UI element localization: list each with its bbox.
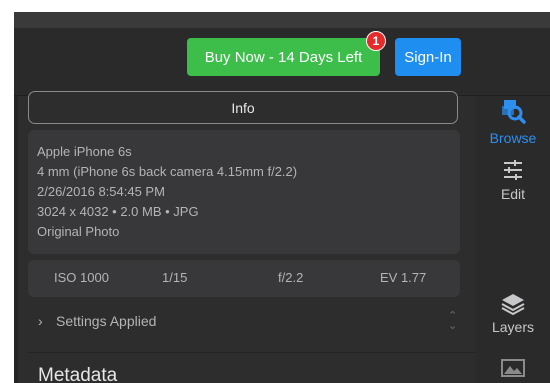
photo-type: Original Photo xyxy=(37,224,120,239)
sliders-icon xyxy=(504,160,522,180)
sidebar-item-layers-label: Layers xyxy=(491,319,535,335)
app-window: Buy Now - 14 Days Left 1 Sign-In Info Ap… xyxy=(14,12,550,383)
window-top-strip xyxy=(14,12,550,28)
device-name: Apple iPhone 6s xyxy=(37,144,132,159)
browse-icon xyxy=(502,100,526,124)
iso-value: ISO 1000 xyxy=(54,270,109,285)
panel-left-edge xyxy=(14,96,18,383)
notification-count: 1 xyxy=(372,34,380,48)
capture-datetime: 2/26/2016 8:54:45 PM xyxy=(37,184,165,199)
file-details: 3024 x 4032 • 2.0 MB • JPG xyxy=(37,204,199,219)
layers-icon xyxy=(501,294,525,315)
chevron-right-icon: › xyxy=(38,313,43,329)
sort-updown-icon[interactable]: ⌃ ⌄ xyxy=(448,311,457,332)
buy-now-label: Buy Now - 14 Days Left xyxy=(204,48,363,66)
sign-in-button[interactable]: Sign-In xyxy=(395,38,461,76)
sign-in-label: Sign-In xyxy=(404,48,452,66)
notification-badge[interactable]: 1 xyxy=(366,31,386,51)
settings-applied-label: Settings Applied xyxy=(56,313,157,329)
exif-summary-row: ISO 1000 1/15 f/2.2 EV 1.77 xyxy=(28,260,460,297)
section-divider xyxy=(28,352,476,353)
metadata-section-title[interactable]: Metadata xyxy=(38,365,117,383)
aperture-value: f/2.2 xyxy=(278,270,304,285)
settings-applied-row[interactable]: › Settings Applied ⌃ ⌄ xyxy=(28,308,468,336)
info-title: Info xyxy=(231,99,255,116)
sidebar-item-edit[interactable]: Edit xyxy=(476,158,550,202)
info-section-header[interactable]: Info xyxy=(28,91,458,124)
photo-info-card: Apple iPhone 6s 4 mm (iPhone 6s back cam… xyxy=(28,130,460,254)
shutter-value: 1/15 xyxy=(162,270,188,285)
module-sidebar: Browse Edit Layers xyxy=(476,96,550,383)
sidebar-item-edit-label: Edit xyxy=(500,186,526,202)
sidebar-item-browse[interactable]: Browse xyxy=(476,96,550,146)
ev-value: EV 1.77 xyxy=(380,270,427,285)
buy-now-button[interactable]: Buy Now - 14 Days Left xyxy=(187,38,380,76)
image-icon xyxy=(501,359,525,377)
sidebar-item-image[interactable] xyxy=(476,358,550,378)
sidebar-item-layers[interactable]: Layers xyxy=(476,291,550,335)
lens-info: 4 mm (iPhone 6s back camera 4.15mm f/2.2… xyxy=(37,164,298,179)
sidebar-item-browse-label: Browse xyxy=(489,130,537,146)
